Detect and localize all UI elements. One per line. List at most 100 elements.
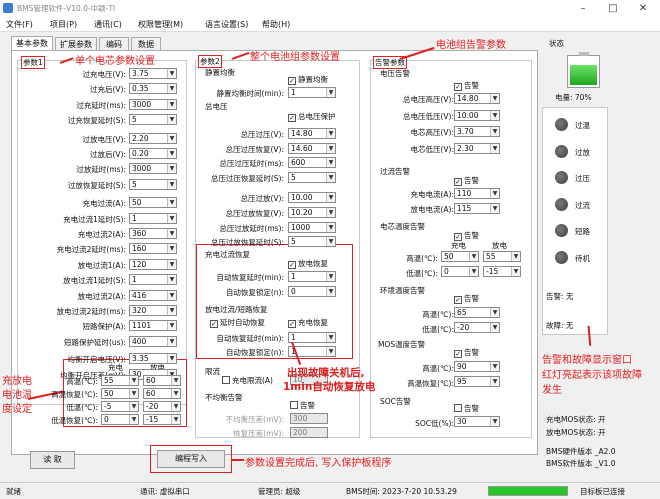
cell-param-select[interactable]: 3.35 ▼ <box>129 353 177 365</box>
voltage-alarm-checkbox[interactable]: ✓ 告警 <box>454 80 479 91</box>
cell-param-select[interactable]: 0.20 ▼ <box>129 148 177 159</box>
charge-current-select[interactable]: 110 ▼ <box>454 188 500 199</box>
minimize-button[interactable]: – <box>568 0 598 17</box>
cell-temp-high-charge[interactable]: 50 ▼ <box>441 251 479 262</box>
cell-temp-high-discharge[interactable]: 55 ▼ <box>483 251 521 262</box>
voltage-alarm-select[interactable]: 14.80 ▼ <box>454 93 500 104</box>
env-temp-low-select[interactable]: -20 ▼ <box>454 322 500 333</box>
cell-param-select[interactable]: 5 ▼ <box>129 178 177 190</box>
menu-language[interactable]: 语言设置(S) <box>205 19 248 30</box>
cell-temp-low-discharge[interactable]: -15 ▼ <box>483 266 521 277</box>
tab-extended[interactable]: 扩展参数 <box>55 37 97 51</box>
temp-charge-select[interactable]: 0 ▼ <box>101 414 139 425</box>
voltage-alarm-select[interactable]: 10.00 ▼ <box>454 109 500 121</box>
cell-param-select[interactable]: 5 ▼ <box>129 114 177 126</box>
cell-temp-header-discharge: 放电 <box>492 241 507 250</box>
pack-voltage-select[interactable]: 10.20 ▼ <box>288 207 336 218</box>
soc-low-select[interactable]: 30 ▼ <box>454 416 500 427</box>
cell-param-select[interactable]: 416 ▼ <box>129 289 177 301</box>
pack-voltage-select[interactable]: 5 ▼ <box>288 171 336 183</box>
temp-discharge-select[interactable]: -15 ▼ <box>143 414 181 425</box>
charge-oc-delay-select[interactable]: 1 ▼ <box>288 271 336 282</box>
cell-param-select[interactable]: 2.20 ▼ <box>129 132 177 144</box>
status-board: 目标板已连接 <box>580 487 625 496</box>
pack-voltage-select[interactable]: 10.00 ▼ <box>288 192 336 204</box>
cell-param-select[interactable]: 50 ▼ <box>129 197 177 209</box>
discharge-oc-delay-select[interactable]: 1 ▼ <box>288 332 336 343</box>
charge-oc-delay-label: 自动恢复延时(min): <box>216 273 284 282</box>
voltage-alarm-select[interactable]: 3.70 ▼ <box>454 126 500 137</box>
charge-recover-checkbox[interactable]: ✓ 充电恢复 <box>288 317 328 328</box>
charge-oc-lock-select[interactable]: 0 ▼ <box>288 286 336 297</box>
equalize-time-select[interactable]: 1 ▼ <box>288 87 336 98</box>
cell-param-select[interactable]: 3000 ▼ <box>129 163 177 175</box>
imbalance-diff-input[interactable]: 300 <box>290 413 328 424</box>
tab-basic[interactable]: 基本参数 <box>11 36 53 51</box>
cell-param-select[interactable]: 1101 ▼ <box>129 320 177 332</box>
pack-voltage-select[interactable]: 1000 ▼ <box>288 221 336 233</box>
imbalance-checkbox[interactable]: 告警 <box>290 400 315 411</box>
temp-discharge-select[interactable]: 60 ▼ <box>143 375 181 386</box>
env-temp-high-label: 高温(℃): <box>422 310 454 319</box>
pack-voltage-select[interactable]: 14.60 ▼ <box>288 142 336 154</box>
pack-voltage-checkbox[interactable]: ✓ 总电压保护 <box>288 111 336 122</box>
pack-voltage-label: 总压过放延时(ms): <box>219 223 284 233</box>
env-temp-low-label: 低温(℃): <box>422 325 454 334</box>
limit-checkbox[interactable]: 充电限流(A) <box>222 375 273 386</box>
cell-param-label: 过放恢复延时(S): <box>67 180 126 190</box>
cell-param-select[interactable]: 360 ▼ <box>129 228 177 239</box>
annotation-temp-1: 充放电 <box>2 376 32 387</box>
discharge-current-select[interactable]: 115 ▼ <box>454 203 500 214</box>
limit-title: 限流 <box>205 367 220 376</box>
cell-param-select[interactable]: 0.35 ▼ <box>129 83 177 95</box>
imbalance-recover-input[interactable]: 200 <box>290 427 328 438</box>
temp-discharge-select[interactable]: 60 ▼ <box>143 388 181 399</box>
pack-voltage-select[interactable]: 600 ▼ <box>288 157 336 169</box>
mos-temp-recover-select[interactable]: 95 ▼ <box>454 376 500 387</box>
env-temp-high-select[interactable]: 65 ▼ <box>454 307 500 318</box>
temp-charge-select[interactable]: -5 ▼ <box>101 401 139 412</box>
cell-param-select[interactable]: 3000 ▼ <box>129 98 177 110</box>
charge-mos-status: 充电MOS状态: 开 <box>546 415 606 424</box>
voltage-alarm-select[interactable]: 2.30 ▼ <box>454 142 500 154</box>
temp-charge-select[interactable]: 55 ▼ <box>101 375 139 386</box>
pack-voltage-select[interactable]: 5 ▼ <box>288 236 336 248</box>
mos-temp-high-select[interactable]: 90 ▼ <box>454 361 500 372</box>
cell-param-select[interactable]: 320 ▼ <box>129 305 177 316</box>
close-button[interactable]: ✕ <box>628 0 658 17</box>
tab-code[interactable]: 编码 <box>99 37 129 51</box>
tab-data[interactable]: 数据 <box>131 37 161 51</box>
cell-temp-low-charge[interactable]: 0 ▼ <box>441 266 479 277</box>
read-button[interactable]: 读 取 <box>30 451 75 469</box>
write-button[interactable]: 编程写入 <box>157 450 225 468</box>
cell-param-select[interactable]: 3.75 ▼ <box>129 68 177 79</box>
cell-param-select[interactable]: 120 ▼ <box>129 258 177 270</box>
current-alarm-checkbox[interactable]: ✓ 告警 <box>454 175 479 186</box>
menu-permission[interactable]: 权限管理(M) <box>138 19 183 30</box>
menu-help[interactable]: 帮助(H) <box>262 19 290 30</box>
env-temp-alarm-checkbox[interactable]: ✓ 告警 <box>454 293 479 304</box>
cell-param-label: 过放延时(ms): <box>76 165 126 175</box>
temp-charge-select[interactable]: 50 ▼ <box>101 388 139 399</box>
pack-voltage-select[interactable]: 14.80 ▼ <box>288 128 336 139</box>
cell-param-label: 充电过流1延时(S): <box>63 214 126 224</box>
menu-file[interactable]: 文件(F) <box>6 19 33 30</box>
imbalance-title: 不均衡告警 <box>205 393 243 402</box>
delay-recover-checkbox[interactable]: ✓ 延时自动恢复 <box>210 317 265 328</box>
cell-temp-low-label: 低温(℃): <box>406 269 438 278</box>
cell-param-select[interactable]: 1 ▼ <box>129 274 177 286</box>
equalize-checkbox[interactable]: ✓ 静置均衡 <box>288 74 328 85</box>
discharge-recover-checkbox[interactable]: ✓ 放电恢复 <box>288 258 328 269</box>
maximize-button[interactable]: □ <box>598 0 628 17</box>
soc-alarm-checkbox[interactable]: 告警 <box>454 403 479 414</box>
status-led-icon <box>555 171 568 184</box>
menu-comm[interactable]: 通讯(C) <box>94 19 122 30</box>
soc-alarm-title: SOC告警 <box>380 397 411 406</box>
cell-param-select[interactable]: 1 ▼ <box>129 212 177 224</box>
cell-param-select[interactable]: 160 ▼ <box>129 243 177 255</box>
arrow-write <box>232 459 244 461</box>
menu-project[interactable]: 项目(P) <box>50 19 77 30</box>
mos-temp-alarm-checkbox[interactable]: ✓ 告警 <box>454 347 479 358</box>
cell-param-select[interactable]: 400 ▼ <box>129 335 177 347</box>
temp-discharge-select[interactable]: -20 ▼ <box>143 401 181 412</box>
